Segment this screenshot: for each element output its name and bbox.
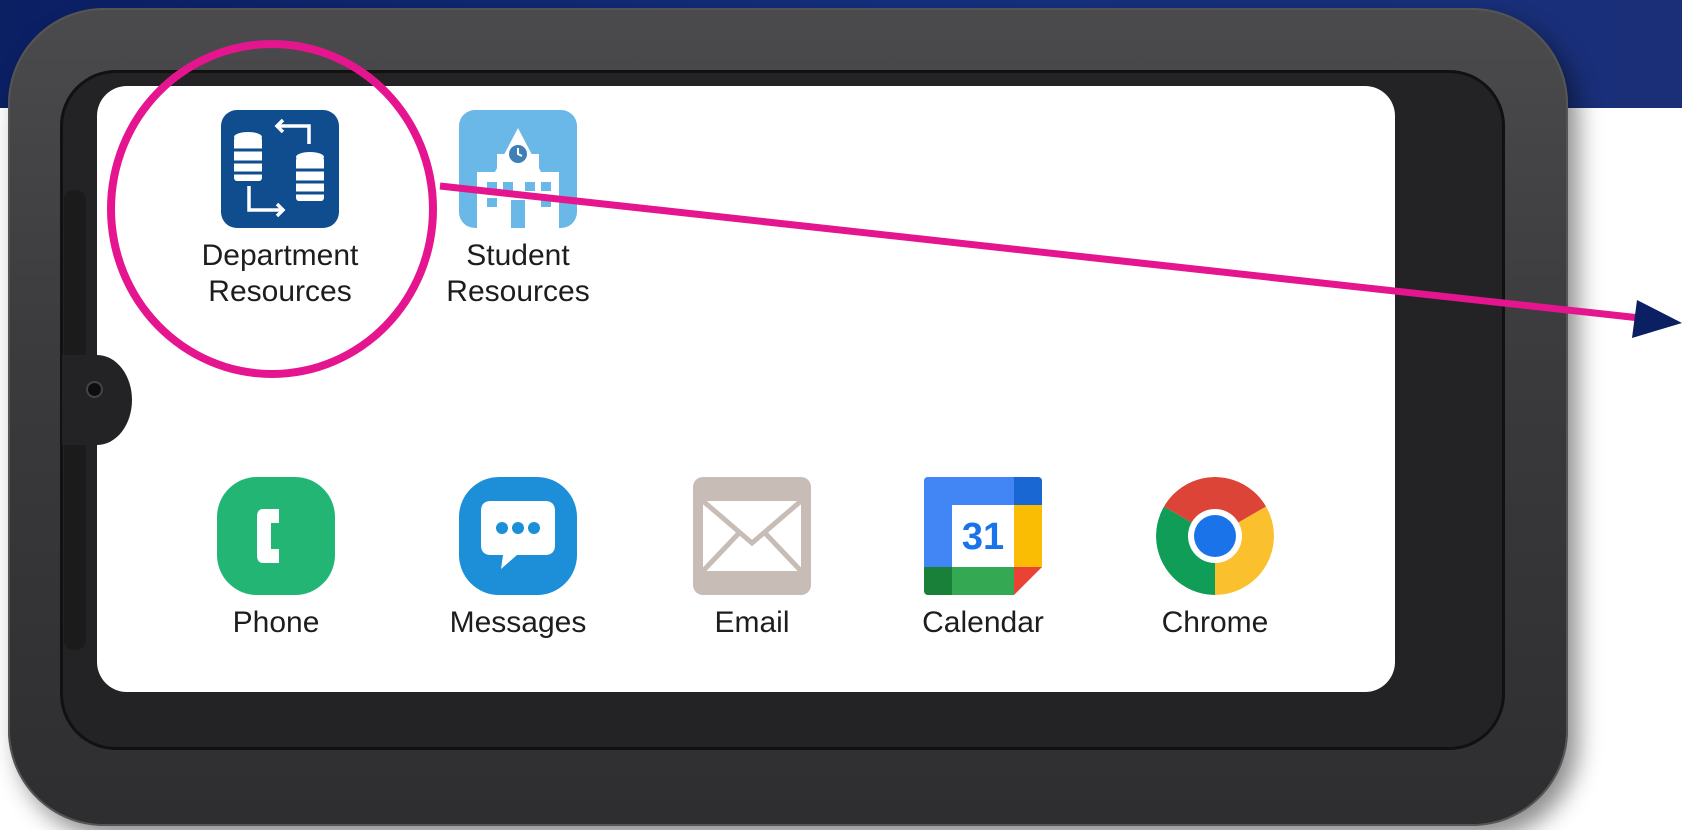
callout-arrow <box>439 182 1682 338</box>
